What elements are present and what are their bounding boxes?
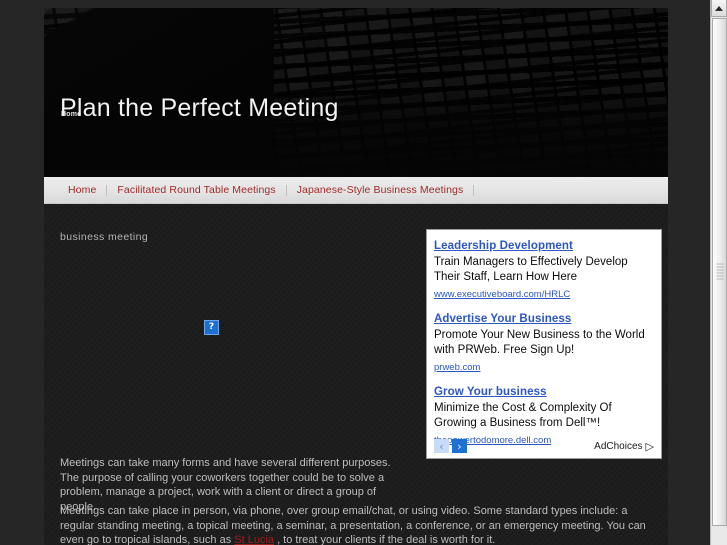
site-container: Plan the Perfect Meeting Home Home Facil… xyxy=(44,8,668,545)
ad-unit: Advertise Your Business Promote Your New… xyxy=(434,309,654,375)
ad-prev-button[interactable]: ‹ xyxy=(434,439,449,453)
main-navigation: Home Facilitated Round Table Meetings Ja… xyxy=(44,177,668,204)
scrollbar-up-arrow-button[interactable] xyxy=(711,0,727,17)
ad-unit: Leadership Development Train Managers to… xyxy=(434,236,654,302)
header-banner: Plan the Perfect Meeting Home xyxy=(44,8,668,177)
ad-display-url[interactable]: prweb.com xyxy=(434,362,480,374)
st-lucia-link[interactable]: St Lucia xyxy=(234,534,274,545)
ad-description: Minimize the Cost & Complexity Of Growin… xyxy=(434,402,612,429)
broken-image-icon[interactable]: ? xyxy=(204,320,219,335)
question-mark-icon: ? xyxy=(208,322,215,332)
up-arrow-icon xyxy=(715,5,723,11)
vertical-scrollbar[interactable] xyxy=(710,0,727,545)
ad-description: Promote Your New Business to the World w… xyxy=(434,329,645,356)
scrollbar-thumb[interactable] xyxy=(712,18,727,526)
header-home-overlay-label: Home xyxy=(61,111,82,118)
nav-item-home[interactable]: Home xyxy=(58,184,106,196)
nav-item-facilitated-round-table-meetings[interactable]: Facilitated Round Table Meetings xyxy=(107,184,285,196)
page-title: Plan the Perfect Meeting xyxy=(60,94,339,122)
adchoices-label: AdChoices xyxy=(594,440,643,452)
scrollbar-grip-icon xyxy=(716,263,723,281)
ad-description: Train Managers to Effectively Develop Th… xyxy=(434,256,628,283)
ad-title-link[interactable]: Leadership Development xyxy=(434,239,573,254)
ad-footer: ‹ › AdChoices ▷ xyxy=(427,436,661,456)
adchoices-triangle-icon: ▷ xyxy=(645,439,654,453)
browser-viewport: Plan the Perfect Meeting Home Home Facil… xyxy=(0,0,727,545)
ad-display-url[interactable]: www.executiveboard.com/HRLC xyxy=(434,289,570,301)
paragraph-2-text-after: , to treat your clients if the deal is w… xyxy=(274,534,496,545)
advertisement-box: Leadership Development Train Managers to… xyxy=(426,229,662,459)
ad-title-link[interactable]: Advertise Your Business xyxy=(434,312,571,327)
image-alt-text: business meeting xyxy=(60,231,149,243)
nav-separator xyxy=(473,184,475,196)
body-paragraph-2: Meetings can take place in person, via p… xyxy=(60,504,660,545)
ad-next-button[interactable]: › xyxy=(452,439,467,453)
ad-title-link[interactable]: Grow Your business xyxy=(434,385,547,400)
nav-item-japanese-style-business-meetings[interactable]: Japanese-Style Business Meetings xyxy=(287,184,474,196)
adchoices-button[interactable]: AdChoices ▷ xyxy=(594,441,654,452)
content-area: business meeting ? Leadership Developmen… xyxy=(44,205,668,545)
